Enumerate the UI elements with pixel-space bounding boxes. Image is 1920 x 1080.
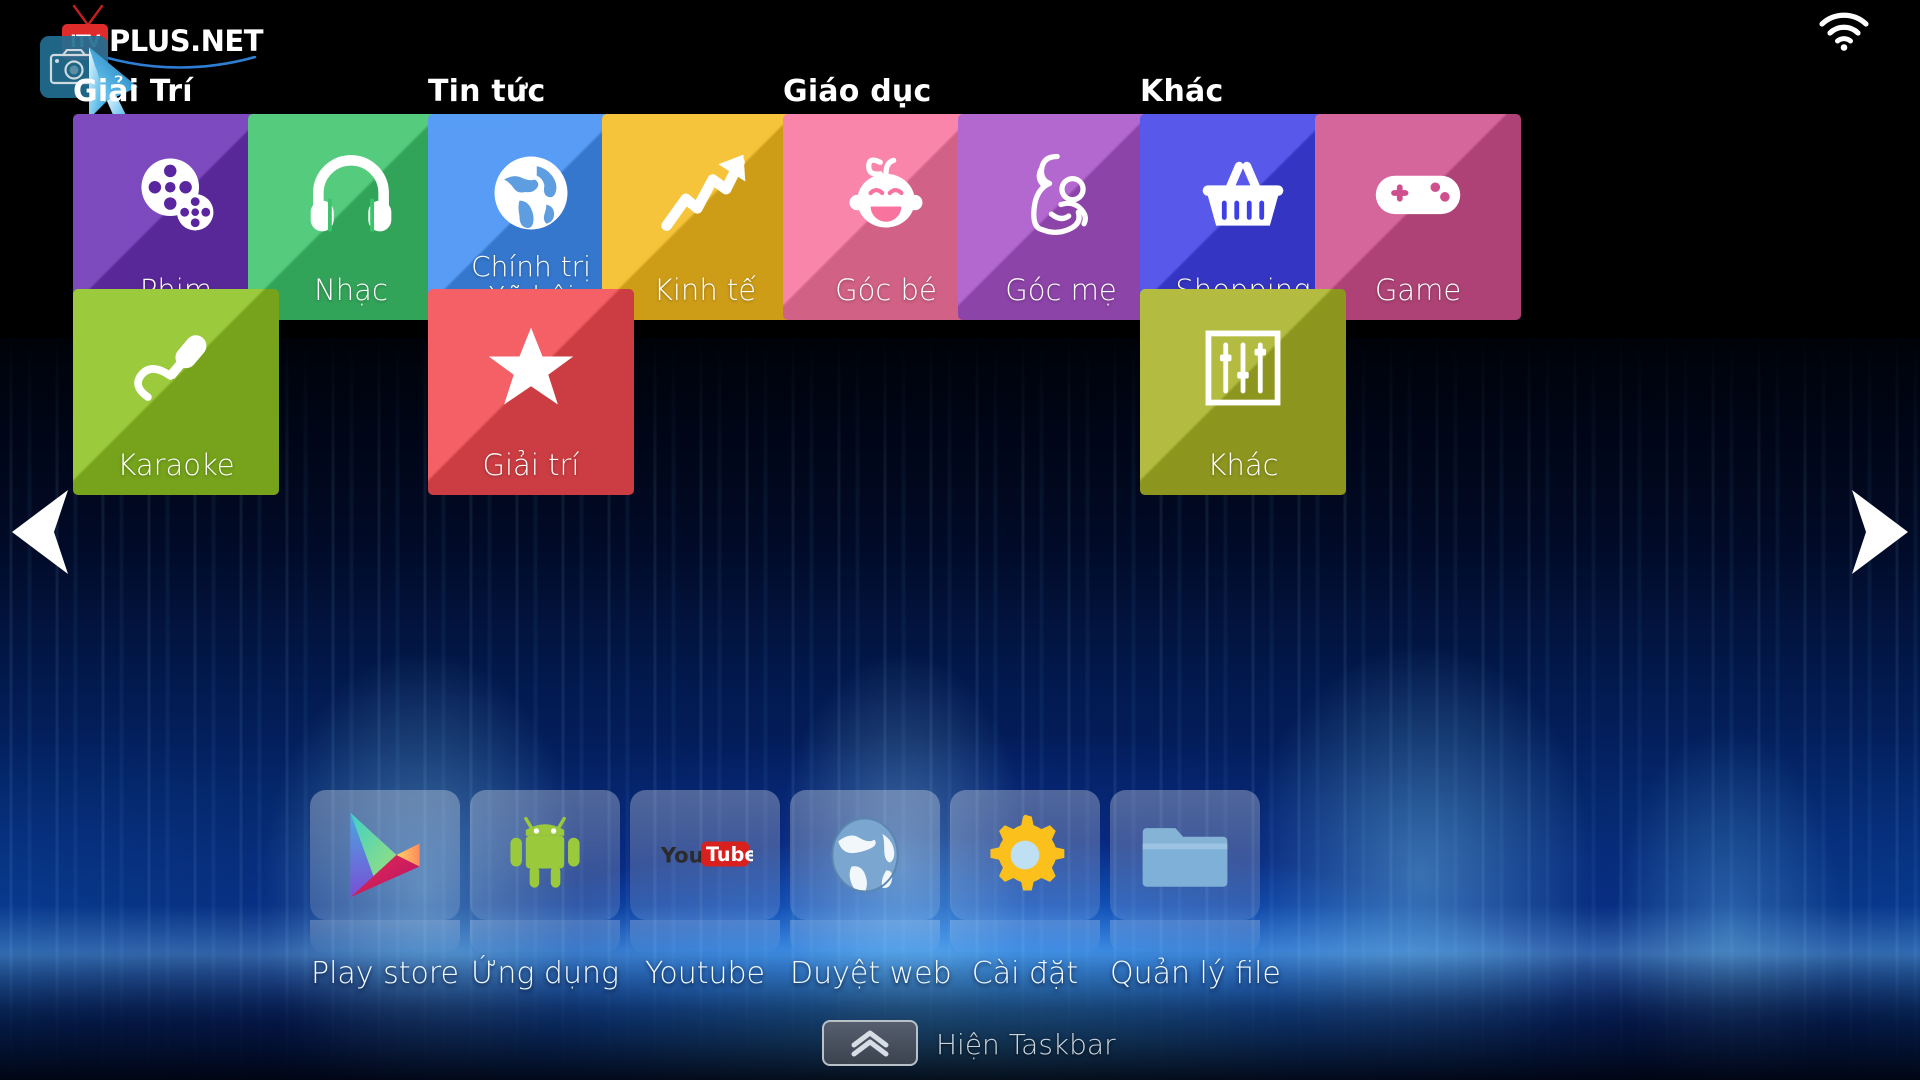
dock-item-label: Play store — [311, 956, 459, 991]
dock-icon-reflection — [950, 920, 1100, 954]
headphones-icon — [248, 138, 454, 248]
gear-icon — [950, 790, 1100, 920]
tile-label: Giải trí — [482, 448, 580, 483]
svg-text:You: You — [660, 843, 704, 868]
mother-child-icon — [958, 138, 1164, 248]
tile-label: Góc mẹ — [1005, 273, 1117, 308]
category-header: Giải Trí — [73, 74, 193, 109]
tv-antenna-icon — [72, 4, 104, 26]
dock-icon-reflection — [310, 920, 460, 954]
category-header: Khác — [1140, 74, 1224, 109]
dock-icon-reflection — [790, 920, 940, 954]
arrow-right-icon[interactable] — [1850, 486, 1912, 578]
microphone-icon — [73, 313, 279, 423]
dock-icon-reflection — [630, 920, 780, 954]
app-tile-karaoke[interactable]: Karaoke — [73, 289, 279, 495]
dock-item-label: Youtube — [645, 956, 765, 991]
globe-browser-icon — [790, 790, 940, 920]
play-store-icon — [310, 790, 460, 920]
dock-icon-reflection — [1110, 920, 1260, 954]
dock-item-label: Quản lý file — [1110, 956, 1281, 991]
dock-item-play-store[interactable]: Play store — [310, 790, 460, 991]
app-tile-g-c-m[interactable]: Góc mẹ — [958, 114, 1164, 320]
dock-item-label: Ứng dụng — [471, 956, 619, 991]
gamepad-icon — [1315, 138, 1521, 248]
bottom-dock: Play store Ứng dụng You Tube Youtube Duyệ… — [0, 790, 1920, 1010]
android-icon — [470, 790, 620, 920]
chevron-double-up-icon — [851, 1030, 889, 1057]
trending-up-icon — [602, 138, 808, 248]
dock-item-duy-t-web[interactable]: Duyệt web — [790, 790, 952, 991]
category-header: Giáo dục — [783, 74, 932, 109]
taskbar-toggle-area: Hiện Taskbar — [0, 1020, 1920, 1080]
dock-item-label: Cài đặt — [971, 956, 1079, 991]
tile-label: Karaoke — [117, 448, 235, 483]
category-header: Tin tức — [428, 74, 546, 109]
wifi-icon[interactable] — [1816, 8, 1872, 52]
dock-item-qu-n-l-file[interactable]: Quản lý file — [1110, 790, 1281, 991]
dock-item-youtube[interactable]: You Tube Youtube — [630, 790, 780, 991]
app-tile-gi-i-tr[interactable]: Giải trí — [428, 289, 634, 495]
svg-text:Tube: Tube — [706, 843, 753, 866]
folder-icon — [1110, 790, 1260, 920]
youtube-icon: You Tube — [630, 790, 780, 920]
equalizer-icon — [1140, 313, 1346, 423]
arrow-left-icon[interactable] — [8, 486, 70, 578]
dock-item-label: Duyệt web — [790, 956, 952, 991]
star-icon — [428, 313, 634, 423]
app-tile-kh-c[interactable]: Khác — [1140, 289, 1346, 495]
show-taskbar-button[interactable] — [822, 1020, 918, 1066]
tile-label: Khác — [1207, 448, 1279, 483]
show-taskbar-label: Hiện Taskbar — [936, 1028, 1116, 1061]
dock-item-ng-d-ng[interactable]: Ứng dụng — [470, 790, 620, 991]
dock-item-c-i-t[interactable]: Cài đặt — [950, 790, 1100, 991]
dock-icon-reflection — [470, 920, 620, 954]
